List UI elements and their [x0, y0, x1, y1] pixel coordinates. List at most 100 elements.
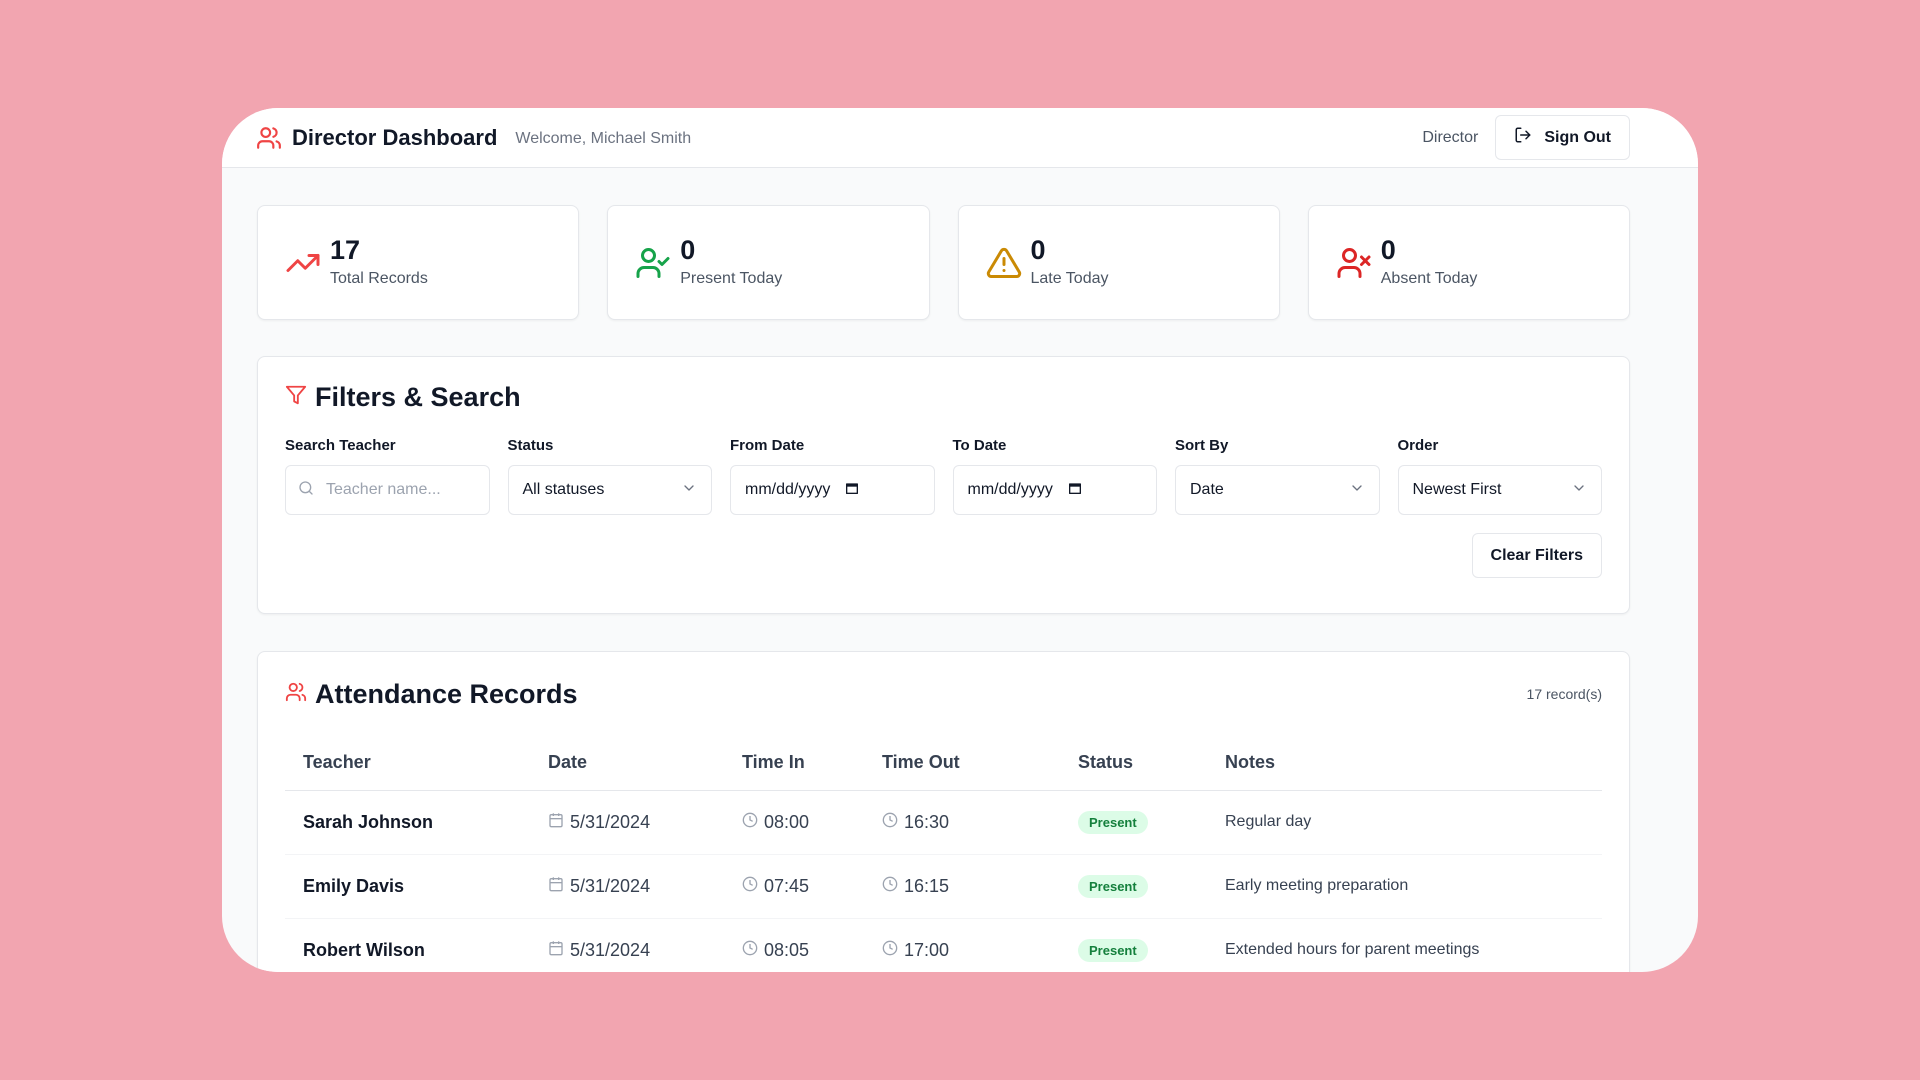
time-out-cell: 16:30 — [864, 790, 1060, 855]
filters-panel: Filters & Search Search Teacher Teacher … — [257, 356, 1630, 614]
from-date-label: From Date — [730, 437, 805, 454]
time-in-cell: 07:45 — [724, 854, 864, 919]
attendance-title: Attendance Records — [315, 678, 578, 709]
from-date-value: mm/dd/yyyy — [745, 481, 831, 498]
time-out-value: 16:30 — [904, 811, 950, 832]
sort-by-label: Sort By — [1175, 437, 1229, 454]
column-header[interactable]: Time In — [724, 736, 864, 791]
column-header[interactable]: Teacher — [285, 736, 530, 791]
record-count: 17 record(s) — [1526, 686, 1602, 702]
log-out-icon — [1514, 126, 1532, 149]
chevron-down-icon — [1571, 480, 1587, 501]
notes-cell: Extended hours for parent meetings — [1207, 918, 1602, 972]
filter-grid: Search Teacher Teacher name... Status Al… — [285, 437, 1602, 515]
status-cell: Present — [1060, 854, 1207, 919]
column-header[interactable]: Time Out — [864, 736, 1060, 791]
time-out-value: 17:00 — [904, 939, 950, 960]
chevron-down-icon — [1349, 480, 1365, 501]
sort-by-select[interactable]: Date — [1175, 465, 1380, 515]
to-date-value: mm/dd/yyyy — [967, 481, 1053, 498]
status-label: Status — [507, 437, 554, 454]
teacher-name: Robert Wilson — [285, 918, 530, 972]
sign-out-button[interactable]: Sign Out — [1495, 115, 1630, 160]
date-value: 5/31/2024 — [570, 875, 651, 896]
user-check-icon — [634, 244, 672, 282]
status-filter: Status All statuses — [507, 437, 712, 515]
clock-icon — [882, 812, 898, 833]
clock-icon — [742, 876, 758, 897]
filters-title: Filters & Search — [315, 381, 521, 412]
sort-by-value: Date — [1190, 481, 1224, 498]
time-out-value: 16:15 — [904, 875, 950, 896]
stat-value: 17 — [330, 235, 361, 265]
notes-cell: Regular day — [1207, 790, 1602, 855]
date-cell: 5/31/2024 — [530, 918, 724, 972]
date-value: 5/31/2024 — [570, 939, 651, 960]
sign-out-label: Sign Out — [1544, 128, 1611, 146]
to-date-input[interactable]: mm/dd/yyyy — [952, 465, 1157, 515]
to-date-label: To Date — [952, 437, 1007, 454]
column-header[interactable]: Date — [530, 736, 724, 791]
table-row[interactable]: Robert Wilson 5/31/2024 08:05 17:00 Pres… — [285, 918, 1602, 972]
stats-row: 17 Total Records 0 Present Today 0 Late … — [257, 205, 1630, 320]
column-header[interactable]: Notes — [1207, 736, 1602, 791]
users-icon — [285, 681, 307, 708]
stat-card-absent: 0 Absent Today — [1307, 205, 1630, 320]
time-in-value: 08:05 — [764, 939, 810, 960]
order-select[interactable]: Newest First — [1397, 465, 1602, 515]
stat-card-total: 17 Total Records — [257, 205, 580, 320]
stat-card-present: 0 Present Today — [607, 205, 930, 320]
from-date-input[interactable]: mm/dd/yyyy — [730, 465, 935, 515]
calendar-icon — [548, 940, 564, 961]
table-row[interactable]: Sarah Johnson 5/31/2024 08:00 16:30 Pres… — [285, 790, 1602, 855]
stat-label: Absent Today — [1380, 270, 1478, 287]
table-header-row: Teacher Date Time In Time Out Status Not… — [285, 736, 1602, 791]
users-icon — [256, 124, 284, 152]
stat-value: 0 — [1380, 235, 1396, 265]
date-cell: 5/31/2024 — [530, 790, 724, 855]
search-filter: Search Teacher Teacher name... — [285, 437, 490, 515]
status-select[interactable]: All statuses — [507, 465, 712, 515]
teacher-name: Emily Davis — [285, 854, 530, 919]
status-badge: Present — [1078, 874, 1148, 898]
search-icon — [298, 480, 314, 501]
attendance-header: Attendance Records 17 record(s) — [285, 652, 1602, 736]
time-in-cell: 08:00 — [724, 790, 864, 855]
chevron-down-icon — [681, 480, 697, 501]
trending-up-icon — [284, 244, 322, 282]
filters-header: Filters & Search — [285, 357, 1602, 437]
top-bar: Director Dashboard Welcome, Michael Smit… — [222, 108, 1698, 168]
search-label: Search Teacher — [285, 437, 396, 454]
clear-filters-button[interactable]: Clear Filters — [1471, 533, 1602, 578]
calendar-icon[interactable] — [1067, 480, 1083, 501]
teacher-name: Sarah Johnson — [285, 790, 530, 855]
search-placeholder: Teacher name... — [326, 481, 441, 498]
status-cell: Present — [1060, 918, 1207, 972]
status-select-value: All statuses — [522, 481, 605, 498]
search-input[interactable]: Teacher name... — [285, 465, 490, 515]
status-badge: Present — [1078, 938, 1148, 962]
stat-value: 0 — [1030, 235, 1046, 265]
stat-value: 0 — [680, 235, 696, 265]
time-in-value: 08:00 — [764, 811, 810, 832]
order-label: Order — [1397, 437, 1439, 454]
time-out-cell: 16:15 — [864, 854, 1060, 919]
status-cell: Present — [1060, 790, 1207, 855]
stat-card-late: 0 Late Today — [957, 205, 1280, 320]
notes-cell: Early meeting preparation — [1207, 854, 1602, 919]
from-date-filter: From Date mm/dd/yyyy — [730, 437, 935, 515]
attendance-table: Teacher Date Time In Time Out Status Not… — [285, 736, 1602, 972]
table-row[interactable]: Emily Davis 5/31/2024 07:45 16:15 Presen… — [285, 854, 1602, 919]
clock-icon — [742, 940, 758, 961]
calendar-icon[interactable] — [844, 480, 860, 501]
welcome-text: Welcome, Michael Smith — [515, 129, 692, 147]
time-out-cell: 17:00 — [864, 918, 1060, 972]
user-x-icon — [1335, 244, 1373, 282]
time-in-cell: 08:05 — [724, 918, 864, 972]
attendance-panel: Attendance Records 17 record(s) Teacher … — [257, 651, 1630, 972]
order-value: Newest First — [1412, 481, 1502, 498]
column-header[interactable]: Status — [1060, 736, 1207, 791]
filter-icon — [285, 384, 307, 411]
app-window: Director Dashboard Welcome, Michael Smit… — [222, 108, 1698, 972]
order-filter: Order Newest First — [1397, 437, 1602, 515]
